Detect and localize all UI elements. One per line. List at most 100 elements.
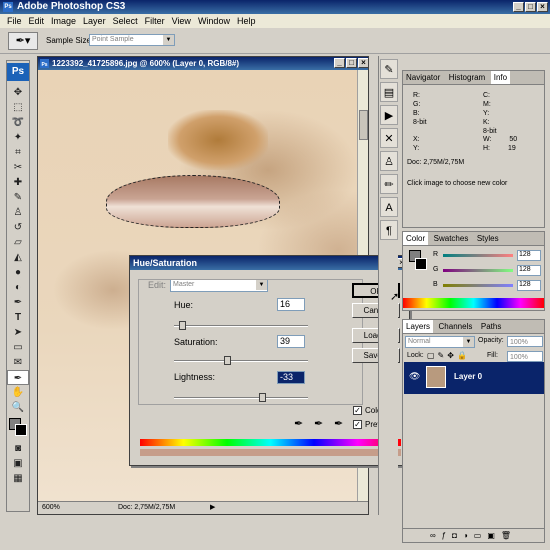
paint-bucket-icon[interactable]: ◭ (7, 250, 29, 265)
brushes-icon[interactable]: ✏ (380, 174, 398, 194)
color-spectrum-bar[interactable] (403, 298, 544, 308)
screen-mode-icon[interactable]: ▣ (7, 456, 29, 471)
blend-mode-select[interactable]: Normal ▼ (405, 336, 475, 348)
fill-field[interactable]: 100% (507, 351, 543, 362)
saturation-slider-knob[interactable] (224, 356, 231, 365)
history-brush-icon[interactable]: ↺ (7, 220, 29, 235)
menu-layer[interactable]: Layer (83, 14, 106, 28)
pen-tool-icon[interactable]: ✒ (7, 295, 29, 310)
healing-brush-icon[interactable]: ✚ (7, 175, 29, 190)
doc-close-button[interactable]: × (358, 58, 368, 68)
visibility-eye-icon[interactable]: 👁 (409, 371, 420, 382)
shape-tool-icon[interactable]: ▭ (7, 340, 29, 355)
color-g-field[interactable]: 128 (517, 265, 541, 276)
eyedropper-icon[interactable]: ✒ (294, 417, 303, 430)
tab-layers[interactable]: Layers (403, 320, 434, 333)
layer-style-icon[interactable]: ƒ (442, 531, 452, 540)
tab-info[interactable]: Info (490, 71, 511, 84)
hue-slider[interactable] (174, 321, 308, 330)
type-tool-icon[interactable]: T (7, 310, 29, 325)
menu-select[interactable]: Select (113, 14, 138, 28)
hand-tool-icon[interactable]: ✋ (7, 385, 29, 400)
menu-edit[interactable]: Edit (29, 14, 45, 28)
move-tool-icon[interactable]: ✥ (7, 85, 29, 100)
zoom-level[interactable]: 600% (42, 504, 60, 511)
lips-selection[interactable] (106, 175, 280, 228)
tab-channels[interactable]: Channels (436, 320, 476, 333)
eraser-tool-icon[interactable]: ▱ (7, 235, 29, 250)
marquee-tool-icon[interactable]: ⬚ (7, 100, 29, 115)
color-g-slider[interactable] (443, 269, 513, 272)
color-b-field[interactable]: 128 (517, 280, 541, 291)
close-button[interactable]: × (537, 2, 548, 12)
adjustment-layer-icon[interactable]: ◑ (463, 531, 474, 540)
new-group-icon[interactable]: ▭ (474, 531, 488, 540)
path-select-icon[interactable]: ➤ (7, 325, 29, 340)
menu-image[interactable]: Image (51, 14, 76, 28)
tab-swatches[interactable]: Swatches (431, 232, 472, 245)
opacity-field[interactable]: 100% (507, 336, 543, 347)
tab-navigator[interactable]: Navigator (403, 71, 443, 84)
color-b-row: B 128 (433, 280, 543, 292)
actions-icon[interactable]: ▶ (380, 105, 398, 125)
paragraph-icon[interactable]: ¶ (380, 220, 398, 240)
crop-tool-icon[interactable]: ⌗ (7, 145, 29, 160)
tool-presets-icon[interactable]: ✕ (380, 128, 398, 148)
lightness-slider[interactable] (174, 393, 308, 402)
brush-tool-icon[interactable]: ✎ (7, 190, 29, 205)
eyedropper-preset-icon[interactable]: ✒▾ (8, 32, 38, 50)
lightness-slider-knob[interactable] (259, 393, 266, 402)
menu-help[interactable]: Help (237, 14, 256, 28)
doc-minimize-button[interactable]: _ (334, 58, 345, 68)
edit-in-imageready-icon[interactable]: ▦ (7, 471, 29, 486)
notes-tool-icon[interactable]: ✉ (7, 355, 29, 370)
saturation-field[interactable]: 39 (277, 335, 305, 348)
delete-layer-icon[interactable]: 🗑 (501, 531, 517, 540)
bg-color-swatch[interactable] (415, 258, 427, 270)
lock-icons[interactable]: ▢✎✥🔒 (427, 351, 470, 360)
blend-mode-value: Normal (408, 338, 431, 345)
dodge-tool-icon[interactable]: ◐ (7, 280, 29, 295)
clone-stamp-icon[interactable]: ♙ (7, 205, 29, 220)
character-icon[interactable]: A (380, 197, 398, 217)
scrollbar-thumb[interactable] (359, 110, 368, 140)
color-r-field[interactable]: 128 (517, 250, 541, 261)
maximize-button[interactable]: □ (525, 2, 536, 12)
new-layer-icon[interactable]: ▣ (487, 531, 501, 540)
color-r-slider[interactable] (443, 254, 513, 257)
tab-color[interactable]: Color (403, 232, 429, 245)
blur-tool-icon[interactable]: ● (7, 265, 29, 280)
doc-maximize-button[interactable]: □ (346, 58, 357, 68)
zoom-tool-icon[interactable]: 🔍 (7, 400, 29, 415)
tab-styles[interactable]: Styles (474, 232, 502, 245)
lightness-field[interactable]: -33 (277, 371, 305, 384)
brush-preset-icon[interactable]: ✎ (380, 59, 398, 79)
menu-window[interactable]: Window (198, 14, 230, 28)
saturation-slider[interactable] (174, 356, 308, 365)
hue-slider-knob[interactable] (179, 321, 186, 330)
link-layers-icon[interactable]: ∞ (430, 531, 442, 540)
lasso-tool-icon[interactable]: ➰ (7, 115, 29, 130)
tab-histogram[interactable]: Histogram (446, 71, 488, 84)
background-color-swatch[interactable] (15, 424, 27, 436)
menu-file[interactable]: File (7, 14, 22, 28)
slice-tool-icon[interactable]: ✂ (7, 160, 29, 175)
color-b-slider[interactable] (443, 284, 513, 287)
status-arrow-icon[interactable]: ▶ (210, 503, 215, 511)
hue-field[interactable]: 16 (277, 298, 305, 311)
add-mask-icon[interactable]: ◘ (452, 531, 463, 540)
menu-filter[interactable]: Filter (145, 14, 165, 28)
history-icon[interactable]: ▤ (380, 82, 398, 102)
eyedropper-minus-icon[interactable]: ✒ (334, 417, 343, 430)
menu-view[interactable]: View (172, 14, 191, 28)
sample-size-select[interactable]: Point Sample ▼ (89, 34, 175, 46)
minimize-button[interactable]: _ (513, 2, 524, 12)
magic-wand-tool-icon[interactable]: ✦ (7, 130, 29, 145)
quick-mask-icon[interactable]: ◙ (7, 441, 29, 456)
eyedropper-tool-icon[interactable]: ✒ (7, 370, 29, 385)
layer-row[interactable]: 👁 Layer 0 (404, 362, 544, 394)
eyedropper-plus-icon[interactable]: ✒ (314, 417, 323, 430)
tab-paths[interactable]: Paths (478, 320, 504, 333)
clone-source-icon[interactable]: ♙ (380, 151, 398, 171)
layer-name[interactable]: Layer 0 (454, 372, 482, 381)
